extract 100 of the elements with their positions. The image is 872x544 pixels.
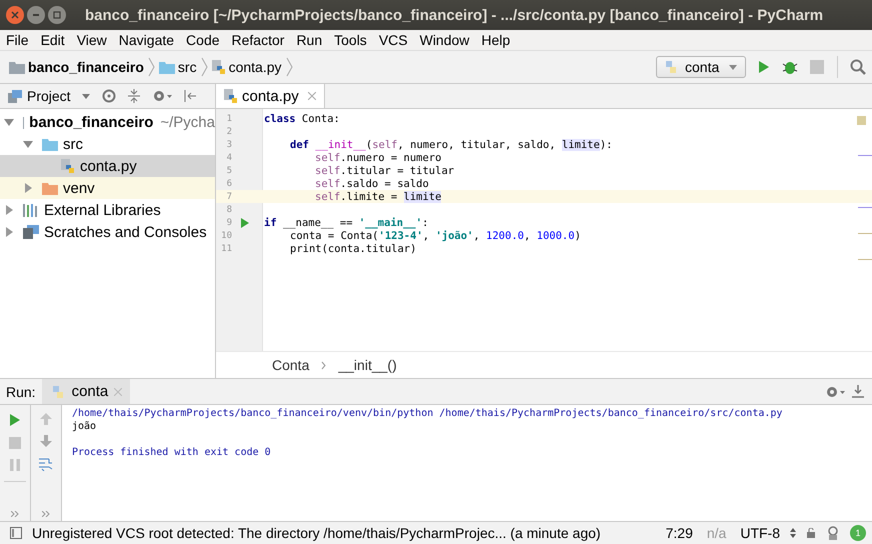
menu-item[interactable]: Code [182,32,228,48]
pause-icon[interactable] [10,459,20,471]
settings-icon[interactable] [152,89,172,103]
editor-tab[interactable]: conta.py [216,84,325,108]
run-icon[interactable] [758,60,770,74]
search-icon[interactable] [850,59,866,75]
menu-item[interactable]: View [72,32,115,48]
dropdown-arrow-icon[interactable] [82,94,90,98]
menu-item[interactable]: File [2,32,37,48]
breadcrumb[interactable]: conta.py [228,59,282,75]
locate-icon[interactable] [102,89,116,103]
close-icon[interactable] [114,388,122,396]
menu-item[interactable]: Refactor [228,32,292,48]
close-icon[interactable] [308,92,316,100]
menu-item[interactable]: Run [292,32,330,48]
minimize-icon [32,11,40,19]
caret-position[interactable]: 7:29 [666,525,693,541]
run-configuration-dropdown[interactable]: conta [656,56,746,78]
python-file-icon [212,60,226,74]
collapsed-arrow-icon[interactable] [23,183,33,193]
code-line: self.saldo = saldo [315,178,429,190]
window-title: banco_financeiro [~/PycharmProjects/banco_financeiro] - .../src/conta.py [banco_financeiro] - PyCharm [85,6,824,24]
code-line: self.titular = titular [315,164,454,176]
run-panel-title: Run: [6,384,36,400]
hide-panel-icon[interactable] [184,90,196,102]
dropdown-arrow-icon [729,64,737,70]
rerun-icon[interactable] [9,413,21,427]
more-icon[interactable] [11,511,19,517]
run-icon[interactable] [241,218,249,228]
tree-item[interactable]: conta.py [0,155,215,177]
menu-item[interactable]: Tools [330,32,375,48]
console-line: Process finished with exit code 0 [72,446,272,459]
close-button[interactable] [6,6,24,24]
status-message: Unregistered VCS root detected: The directory /home/thais/PycharmProjec... (a minute ago) [32,525,602,541]
soft-wrap-icon[interactable] [39,457,53,471]
breadcrumb[interactable]: banco_financeiro [28,59,144,75]
line-number: 3 [226,140,232,150]
line-number: 2 [226,126,232,136]
chevron-icon [286,57,293,77]
project-view-icon [8,90,22,102]
expanded-arrow-icon[interactable] [4,117,14,127]
python-file-icon [224,88,238,104]
menu-item[interactable]: Window [416,32,478,48]
code-line: self.numero = numero [315,152,442,164]
collapse-all-icon[interactable] [128,89,140,103]
expanded-arrow-icon[interactable] [23,139,33,149]
console-icon [23,225,39,239]
line-number: 8 [226,204,232,214]
tree-item[interactable]: banco_financeiro ~/Pycha [0,111,215,133]
tree-item[interactable]: Scratches and Consoles [0,221,215,243]
menu-item[interactable]: VCS [374,32,416,48]
code-line: class Conta: [264,112,340,124]
settings-icon[interactable] [825,384,845,398]
run-tab[interactable]: conta [42,379,130,404]
line-number: 1 [226,114,232,124]
up-arrow-icon[interactable] [40,413,52,425]
up-down-arrows-icon[interactable] [790,528,796,538]
structure-breadcrumb[interactable]: Conta [272,357,310,373]
hide-panel-icon[interactable] [852,384,864,398]
line-number: 10 [220,230,232,240]
tree-item[interactable]: src [0,133,215,155]
chevron-icon [148,57,155,77]
line-number: 4 [226,152,232,162]
tree-item[interactable]: External Libraries [0,199,215,221]
code-line: def __init__(self, numero, titular, saldo, limite): [290,138,612,150]
chevron-icon [200,57,208,77]
console-line: /home/thais/PycharmProjects/banco_financeiro/venv/bin/python /home/thais/PycharmProjects/banco_financeiro/src/conta.py [72,407,784,420]
breadcrumb[interactable]: src [178,59,197,75]
minimize-button[interactable] [27,6,45,24]
console-line: joão [72,420,98,433]
encoding-selector[interactable]: UTF-8 [740,525,780,541]
collapsed-arrow-icon[interactable] [4,205,14,215]
line-number: 9 [226,218,232,228]
menu-item[interactable]: Navigate [114,32,182,48]
menu-item[interactable]: Help [477,32,518,48]
tree-item[interactable]: venv [0,177,215,199]
menu-item[interactable]: Edit [36,32,73,48]
lock-icon[interactable] [806,528,816,538]
line-number: 11 [220,244,232,254]
project-view-dropdown[interactable]: Project [27,88,71,104]
bug-icon[interactable] [782,59,798,75]
close-icon [11,11,19,19]
maximize-icon [53,11,61,19]
inspector-icon[interactable] [826,526,840,540]
more-icon[interactable] [42,511,50,517]
tool-windows-icon[interactable] [10,527,22,539]
code-line: conta = Conta('123-4', 'joão', 1200.0, 1000.0) [290,230,581,242]
code-line: if __name__ == '__main__': [264,216,428,228]
down-arrow-icon[interactable] [40,435,52,447]
python-icon [663,59,679,75]
line-number: 7 [226,192,232,202]
code-line: self.limite = limite [315,190,442,202]
python-file-icon [61,158,75,174]
line-number: 6 [226,178,232,188]
library-icon [23,203,39,217]
structure-breadcrumb[interactable]: __init__() [338,357,397,373]
chevron-icon [321,360,326,370]
maximize-button[interactable] [48,6,66,24]
collapsed-arrow-icon[interactable] [4,227,14,237]
line-number: 5 [226,166,232,176]
